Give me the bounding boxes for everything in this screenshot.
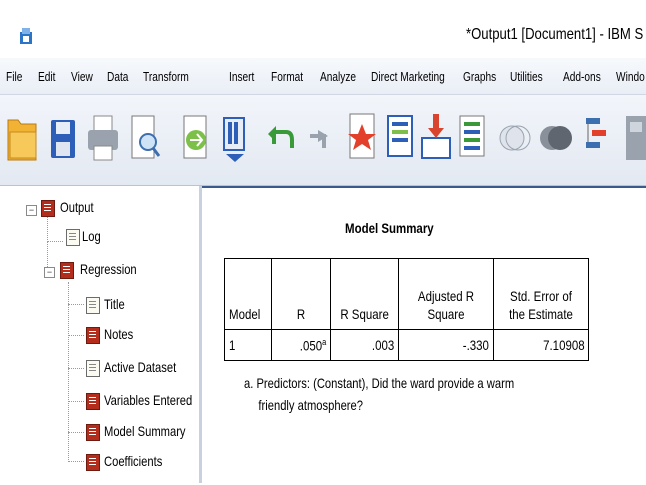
cell-std-error: 7.10908 [493,329,590,361]
goto-variable-icon[interactable] [420,108,452,164]
table-footnote: a. Predictors: (Constant), Did the ward … [244,372,514,416]
header-adjusted-r-square: Adjusted R Square [398,258,495,330]
undo-icon[interactable] [268,108,296,164]
header-r-square: R Square [330,258,400,330]
cell-model: 1 [223,329,273,361]
menu-insert[interactable]: Insert [229,69,254,84]
menu-graphs[interactable]: Graphs [463,69,496,84]
model-summary-icon [86,424,100,441]
collapse-output-icon[interactable]: − [26,205,37,216]
menu-view[interactable]: View [71,69,93,84]
header-std-error: Std. Error of the Estimate [493,258,590,330]
tree-connector [68,304,84,305]
tree-item-title[interactable]: Title [104,296,125,312]
footnote-line-2: friendly atmosphere? [258,397,363,413]
variables-icon[interactable] [456,108,488,164]
circle-icon[interactable] [496,108,532,164]
regression-icon [60,262,74,279]
tree-item-model-summary[interactable]: Model Summary [104,423,186,439]
dark-circle-icon[interactable] [538,108,574,164]
goto-data-icon[interactable] [346,108,378,164]
menu-file[interactable]: File [6,69,22,84]
print-icon[interactable] [86,108,120,164]
window-title: *Output1 [Document1] - IBM S [466,26,644,43]
cell-adjusted-r-square: -.330 [398,329,495,361]
cell-r-square: .003 [330,329,400,361]
tree-connector [68,432,84,433]
active-dataset-icon [86,360,100,377]
menu-bar: File Edit View Data Transform Insert For… [0,58,646,95]
title-bar: *Output1 [Document1] - IBM S [0,0,646,58]
collapse-regression-icon[interactable]: − [44,267,55,278]
header-r: R [271,258,332,330]
model-summary-table[interactable]: Model R R Square Adjusted R Square Std. … [223,258,590,361]
print-preview-icon[interactable] [128,108,162,164]
title-icon [86,297,100,314]
header-model: Model [223,258,273,330]
tree-item-active-dataset[interactable]: Active Dataset [104,359,176,375]
footnote-line-1: a. Predictors: (Constant), Did the ward … [244,375,515,391]
tree-connector [68,461,84,462]
goto-case-icon[interactable] [384,108,416,164]
menu-window[interactable]: Windo [616,69,645,84]
coefficients-icon [86,454,100,471]
log-icon [66,229,80,246]
menu-utilities[interactable]: Utilities [510,69,543,84]
tree-connector [68,282,69,462]
tree-connector [68,401,84,402]
tree-item-variables-entered[interactable]: Variables Entered [104,392,192,408]
tree-item-regression[interactable]: Regression [80,261,137,277]
cell-r: .050a [271,329,332,361]
tree-connector [68,368,84,369]
show-all-icon[interactable] [622,108,646,164]
menu-analyze[interactable]: Analyze [320,69,356,84]
menu-edit[interactable]: Edit [38,69,55,84]
table-title: Model Summary [345,220,434,236]
notes-icon [86,327,100,344]
table-row: 1 .050a .003 -.330 7.10908 [223,329,590,361]
menu-format[interactable]: Format [271,69,303,84]
recall-dialog-icon[interactable] [220,108,250,164]
redo-icon[interactable] [306,108,332,164]
toolbar [0,95,646,186]
variables-entered-icon [86,393,100,410]
tree-connector [68,335,84,336]
tree-connector [47,241,63,242]
output-icon [41,200,55,217]
tree-item-log[interactable]: Log [82,228,101,244]
menu-direct-marketing[interactable]: Direct Marketing [371,69,445,84]
menu-add-ons[interactable]: Add-ons [563,69,601,84]
spss-app-icon[interactable] [20,28,32,44]
tree-item-notes[interactable]: Notes [104,326,133,342]
table-header-row: Model R R Square Adjusted R Square Std. … [223,258,590,330]
menu-data[interactable]: Data [107,69,128,84]
tree-item-coefficients[interactable]: Coefficients [104,453,162,469]
designate-window-icon[interactable] [582,108,612,164]
save-icon[interactable] [48,108,78,164]
open-icon[interactable] [6,108,38,164]
export-icon[interactable] [178,108,212,164]
tree-item-output[interactable]: Output [60,199,94,215]
menu-transform[interactable]: Transform [143,69,189,84]
